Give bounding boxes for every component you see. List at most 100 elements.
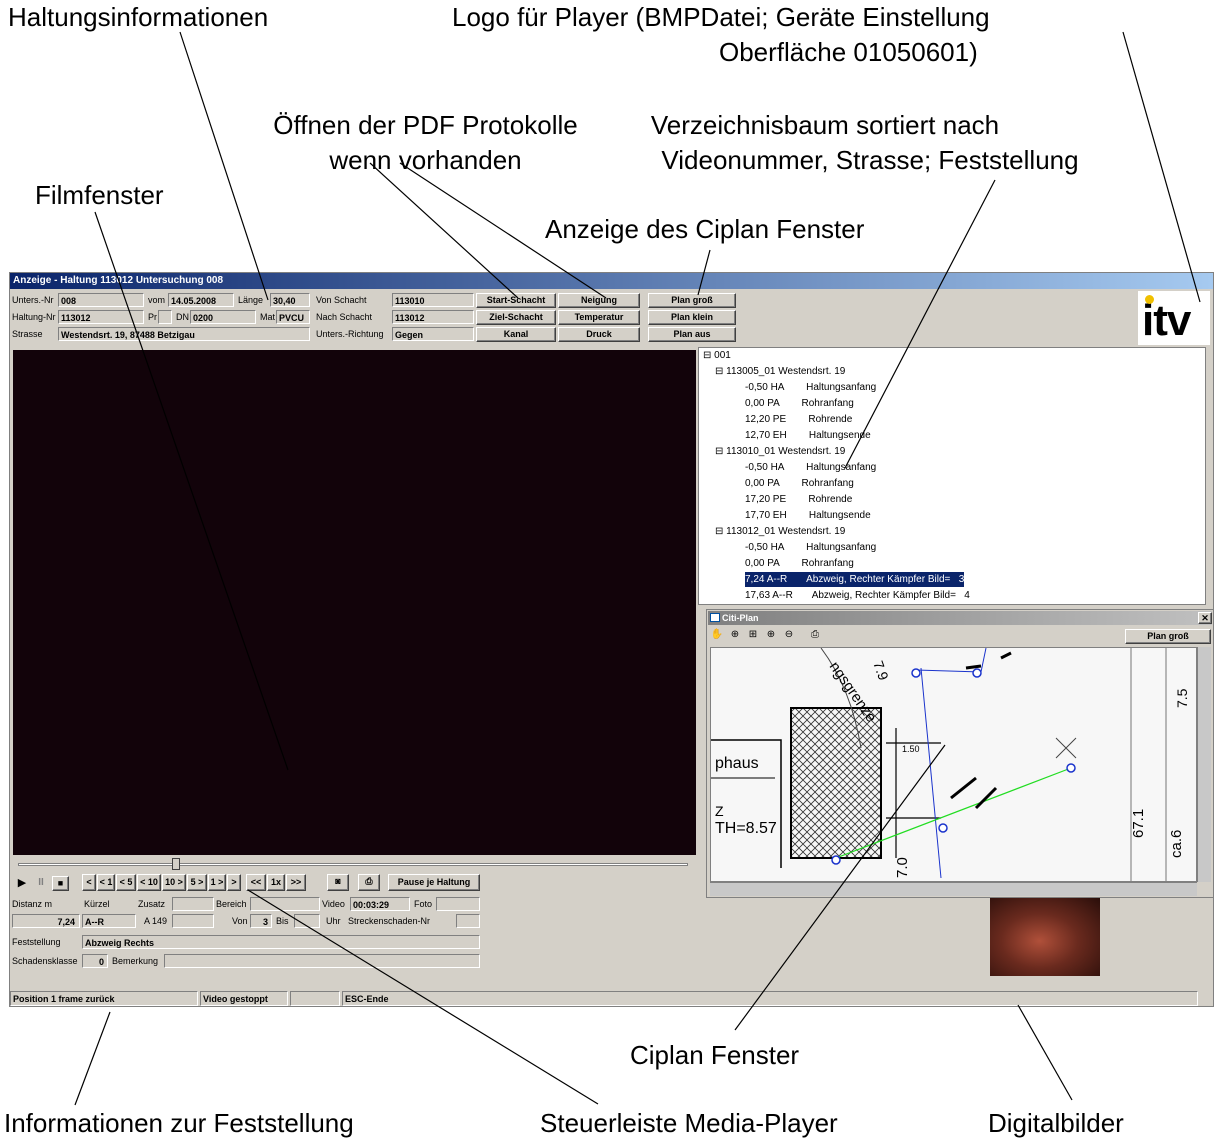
tree-node-label: 0,00 PA Rohranfang [745,398,854,409]
zoom-out-icon[interactable]: ⊖ [782,628,796,642]
haltung-nr-label: Haltung-Nr [12,312,56,322]
schadensklasse-label: Schadensklasse [12,956,78,966]
hand-icon[interactable]: ✋ [710,628,724,642]
map-text-val1: 1.50 [902,744,920,754]
zoom-window-icon[interactable]: ⊕ [728,628,742,642]
start-schacht-button[interactable]: Start-Schacht [476,293,556,308]
laenge-field: 30,40 [270,293,310,307]
tree-node-feststellung[interactable]: -0,50 HA Haltungsanfang [745,540,876,555]
tree-node-feststellung[interactable]: -0,50 HA Haltungsanfang [745,380,876,395]
snapshot-button[interactable]: ◙ [327,874,349,891]
nav-button-7[interactable]: > [227,874,241,891]
tree-node-label: 12,70 EH Haltungsende [745,430,871,441]
pause-button[interactable]: II [34,876,48,890]
plan-klein-button[interactable]: Plan klein [648,310,736,325]
print-button[interactable]: ⎙ [358,874,380,891]
tree-collapse-icon[interactable]: ⊟ [715,446,726,457]
tree-node-feststellung[interactable]: 0,00 PA Rohranfang [745,556,854,571]
vom-field: 14.05.2008 [168,293,234,307]
zoom-all-icon[interactable]: ⊞ [746,628,760,642]
strasse-field: Westendsrt. 19, 87488 Betzigau [58,327,310,341]
nav-button-3[interactable]: < 10 [137,874,161,891]
nav-button-4[interactable]: 10 > [162,874,186,891]
status-empty [290,991,340,1006]
tree-node-feststellung[interactable]: 12,70 EH Haltungsende [745,428,871,443]
citiplan-close-button[interactable]: ✕ [1198,612,1212,624]
citiplan-map[interactable]: phaus Z TH=8.57 1.50 7.9 ngsgrenze 67.1 … [710,647,1197,882]
dn-label: DN [176,312,189,322]
nav-button-1[interactable]: < 1 [97,874,115,891]
tree-root[interactable]: ⊟ 001 [703,348,731,363]
nav-button-2[interactable]: < 5 [116,874,136,891]
bis-label: Bis [276,916,289,926]
nav-button-6[interactable]: 1 > [208,874,226,891]
druck-button[interactable]: Druck [558,327,640,342]
map-text-th: TH=8.57 [715,820,777,837]
itv-logo: itv [1138,291,1210,345]
tree-node-feststellung[interactable]: 12,20 PE Rohrende [745,412,852,427]
pause-je-haltung-button[interactable]: Pause je Haltung [388,874,480,891]
kuerzel-label: Kürzel [84,899,110,909]
nach-schacht-field: 113012 [392,310,474,324]
tree-node-label: -0,50 HA Haltungsanfang [745,542,877,553]
nav-button-10[interactable]: >> [286,874,306,891]
haltung-nr-field: 113012 [58,310,144,324]
nav-button-8[interactable]: << [246,874,266,891]
directory-tree[interactable]: ⊟ 001 ⊟ 113005_01 Westendsrt. 19 -0,50 HA … [698,347,1206,605]
map-vertical-scrollbar[interactable] [1197,647,1211,882]
video-time-field: 00:03:29 [350,897,410,911]
annotation-pdf-line2: wenn vorhanden [329,145,522,175]
window-title: Anzeige - Haltung 113012 Untersuchung 00… [10,273,1213,289]
annotation-haltungsinformationen: Haltungsinformationen [8,2,269,32]
strasse-label: Strasse [12,329,43,339]
tree-collapse-icon[interactable]: ⊟ [715,526,726,537]
kanal-button[interactable]: Kanal [476,327,556,342]
video-window[interactable] [13,350,696,855]
video-label: Video [322,899,345,909]
annotation-ciplan-fenster: Ciplan Fenster [630,1040,800,1070]
tree-node-feststellung[interactable]: 7,24 A--R Abzweig, Rechter Kämpfer Bild=… [745,572,965,587]
tree-node-feststellung[interactable]: 17,70 EH Haltungsende [745,508,871,523]
plan-gross-button[interactable]: Plan groß [648,293,736,308]
tree-collapse-icon[interactable]: ⊟ [703,350,714,361]
tree-node-feststellung[interactable]: 0,00 PA Rohranfang [745,396,854,411]
tree-node-label: 113005_01 Westendsrt. 19 [726,366,846,377]
ziel-schacht-button[interactable]: Ziel-Schacht [476,310,556,325]
video-timeline-slider[interactable] [18,863,688,866]
tree-node-label: 17,63 A--R Abzweig, Rechter Kämpfer Bild… [745,590,970,601]
temperatur-button[interactable]: Temperatur [558,310,640,325]
plan-aus-button[interactable]: Plan aus [648,327,736,342]
citiplan-plan-gross-button[interactable]: Plan groß [1125,629,1211,644]
zoom-in-icon[interactable]: ⊕ [764,628,778,642]
digital-image-thumbnail[interactable] [990,898,1100,976]
von-label: Von [232,916,248,926]
tree-node-feststellung[interactable]: 17,63 A--R Abzweig, Rechter Kämpfer Bild… [745,588,970,603]
tree-collapse-icon[interactable]: ⊟ [715,366,726,377]
neigung-button[interactable]: Neigung [558,293,640,308]
zusatz-sub-field [172,914,214,928]
logo-dot [1145,295,1154,304]
map-horizontal-scrollbar[interactable] [710,882,1197,896]
print-icon[interactable]: ⎙ [808,628,822,642]
tree-node-haltung[interactable]: ⊟ 113010_01 Westendsrt. 19 [715,444,845,459]
streckenschaden-label: Streckenschaden-Nr [348,916,431,926]
richtung-label: Unters.-Richtung [316,329,384,339]
player-window: Anzeige - Haltung 113012 Untersuchung 00… [9,272,1214,1007]
nach-schacht-label: Nach Schacht [316,312,373,322]
tree-node-haltung[interactable]: ⊟ 113005_01 Westendsrt. 19 [715,364,845,379]
tree-node-haltung[interactable]: ⊟ 113012_01 Westendsrt. 19 [715,524,845,539]
foto-field [436,897,480,911]
tree-node-label: 113012_01 Westendsrt. 19 [726,526,846,537]
tree-node-feststellung[interactable]: -0,50 HA Haltungsanfang [745,460,876,475]
stop-button[interactable]: ■ [52,876,69,891]
tree-node-feststellung[interactable]: 17,20 PE Rohrende [745,492,852,507]
nav-button-9[interactable]: 1x [267,874,285,891]
timeline-thumb[interactable] [172,858,180,870]
zusatz-sub-label: A 149 [144,916,168,926]
play-button[interactable]: ▶ [15,876,29,890]
logo-text: itv [1142,296,1191,345]
uhr-label: Uhr [326,916,341,926]
tree-node-feststellung[interactable]: 0,00 PA Rohranfang [745,476,854,491]
nav-button-0[interactable]: < [82,874,96,891]
nav-button-5[interactable]: 5 > [187,874,207,891]
